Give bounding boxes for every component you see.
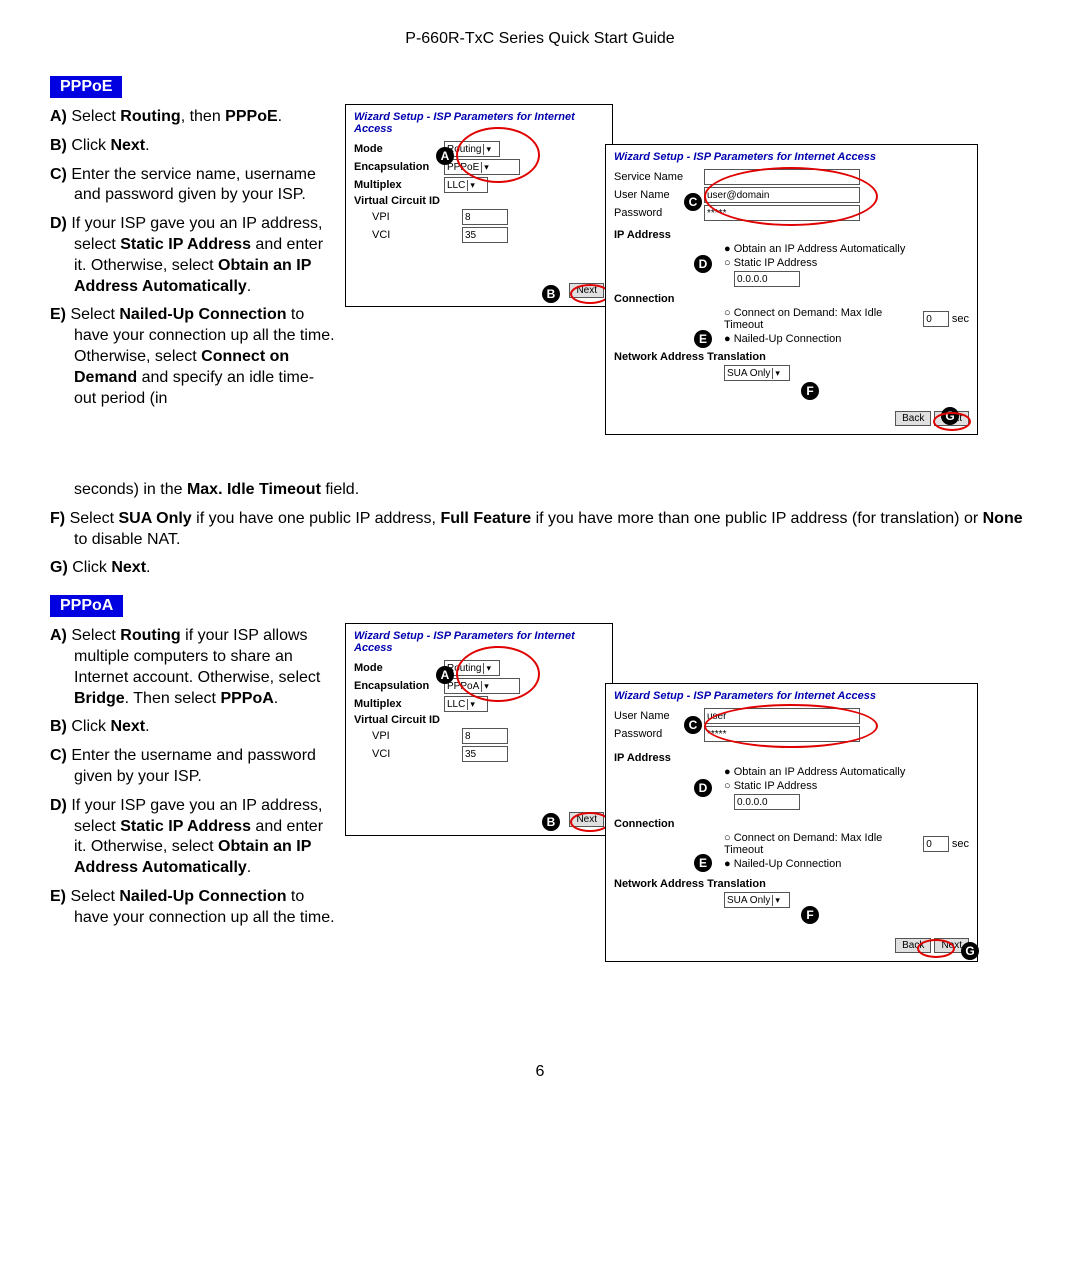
wizard-title: Wizard Setup - ISP Parameters for Intern… (354, 630, 604, 654)
conn-nailed-radio[interactable]: Nailed-Up Connection (724, 333, 841, 345)
timeout-input[interactable]: 0 (923, 836, 949, 852)
step-c: C) Enter the username and password given… (74, 746, 335, 788)
badge-c-icon: C (684, 193, 702, 211)
user-input[interactable]: user (704, 708, 860, 724)
conn-label: Connection (614, 818, 704, 830)
conn-demand-radio[interactable]: Connect on Demand: Max Idle Timeout (724, 832, 920, 856)
vpi-label: VPI (354, 730, 462, 742)
mode-label: Mode (354, 143, 444, 155)
user-input[interactable]: user@domain (704, 187, 860, 203)
badge-e-icon: E (694, 330, 712, 348)
nat-label: Network Address Translation (614, 351, 766, 363)
svc-label: Service Name (614, 171, 704, 183)
next-button[interactable]: Next (569, 283, 604, 298)
nat-select[interactable]: SUA Only (724, 892, 790, 908)
ip-input[interactable]: 0.0.0.0 (734, 794, 800, 810)
badge-f-icon: F (801, 382, 819, 400)
encap-select[interactable]: PPPoE (444, 159, 520, 175)
badge-a-icon: A (436, 147, 454, 165)
badge-g-icon: G (941, 407, 959, 425)
encap-select[interactable]: PPPoA (444, 678, 520, 694)
vci-label: VCI (354, 229, 462, 241)
pwd-input[interactable]: ***** (704, 726, 860, 742)
vci-input[interactable]: 35 (462, 746, 508, 762)
back-button[interactable]: Back (895, 938, 931, 953)
encap-label: Encapsulation (354, 161, 444, 173)
timeout-input[interactable]: 0 (923, 311, 949, 327)
ip-static-radio[interactable]: Static IP Address (724, 780, 817, 792)
mux-label: Multiplex (354, 179, 444, 191)
instructions-pppoe-cont: seconds) in the Max. Idle Timeout field.… (50, 480, 1030, 579)
vc-label: Virtual Circuit ID (354, 195, 444, 207)
encap-label: Encapsulation (354, 680, 444, 692)
conn-demand-radio[interactable]: Connect on Demand: Max Idle Timeout (724, 307, 920, 331)
step-b: B) Click Next. (74, 717, 335, 738)
badge-d-icon: D (694, 255, 712, 273)
svc-input[interactable] (704, 169, 860, 185)
wizard-panel-2: Wizard Setup - ISP Parameters for Intern… (605, 144, 978, 435)
step-e-cont: seconds) in the Max. Idle Timeout field. (74, 480, 1030, 501)
pwd-input[interactable]: ***** (704, 205, 860, 221)
section-tag-pppoa: PPPoA (50, 595, 123, 617)
step-a: A) Select Routing if your ISP allows mul… (74, 626, 335, 709)
mode-label: Mode (354, 662, 444, 674)
page-number: 6 (50, 1063, 1030, 1081)
wizard-title: Wizard Setup - ISP Parameters for Intern… (614, 690, 969, 702)
nat-label: Network Address Translation (614, 878, 766, 890)
back-button[interactable]: Back (895, 411, 931, 426)
ip-static-radio[interactable]: Static IP Address (724, 257, 817, 269)
vci-input[interactable]: 35 (462, 227, 508, 243)
step-e: E) Select Nailed-Up Connection to have y… (74, 305, 335, 409)
sec-label: sec (952, 313, 969, 325)
ip-label: IP Address (614, 229, 704, 241)
step-a: A) Select Routing, then PPPoE. (74, 107, 335, 128)
step-e: E) Select Nailed-Up Connection to have y… (74, 887, 335, 929)
mux-select[interactable]: LLC (444, 177, 488, 193)
vpi-input[interactable]: 8 (462, 209, 508, 225)
badge-b-icon: B (542, 285, 560, 303)
ip-label: IP Address (614, 752, 704, 764)
ip-input[interactable]: 0.0.0.0 (734, 271, 800, 287)
wizard-title: Wizard Setup - ISP Parameters for Intern… (354, 111, 604, 135)
step-d: D) If your ISP gave you an IP address, s… (74, 214, 335, 297)
page-header: P-660R-TxC Series Quick Start Guide (50, 30, 1030, 48)
instructions-pppoe: A) Select Routing, then PPPoE. B) Click … (50, 107, 335, 409)
section-tag-pppoe: PPPoE (50, 76, 122, 98)
conn-nailed-radio[interactable]: Nailed-Up Connection (724, 858, 841, 870)
conn-label: Connection (614, 293, 704, 305)
sec-label: sec (952, 838, 969, 850)
step-g: G) Click Next. (74, 558, 1030, 579)
ip-auto-radio[interactable]: Obtain an IP Address Automatically (724, 243, 905, 255)
badge-b-icon: B (542, 813, 560, 831)
badge-g-icon: G (961, 942, 979, 960)
badge-f-icon: F (801, 906, 819, 924)
wizard-title: Wizard Setup - ISP Parameters for Intern… (614, 151, 969, 163)
next-button[interactable]: Next (569, 812, 604, 827)
ip-auto-radio[interactable]: Obtain an IP Address Automatically (724, 766, 905, 778)
wizard-panel-1: Wizard Setup - ISP Parameters for Intern… (345, 623, 613, 836)
wizard-panel-2: Wizard Setup - ISP Parameters for Intern… (605, 683, 978, 962)
step-d: D) If your ISP gave you an IP address, s… (74, 796, 335, 879)
nat-select[interactable]: SUA Only (724, 365, 790, 381)
vpi-input[interactable]: 8 (462, 728, 508, 744)
vci-label: VCI (354, 748, 462, 760)
mux-select[interactable]: LLC (444, 696, 488, 712)
wizard-panel-1: Wizard Setup - ISP Parameters for Intern… (345, 104, 613, 307)
step-f: F) Select SUA Only if you have one publi… (74, 509, 1030, 551)
vc-label: Virtual Circuit ID (354, 714, 444, 726)
step-c: C) Enter the service name, username and … (74, 165, 335, 207)
mux-label: Multiplex (354, 698, 444, 710)
step-b: B) Click Next. (74, 136, 335, 157)
vpi-label: VPI (354, 211, 462, 223)
instructions-pppoa: A) Select Routing if your ISP allows mul… (50, 626, 335, 928)
